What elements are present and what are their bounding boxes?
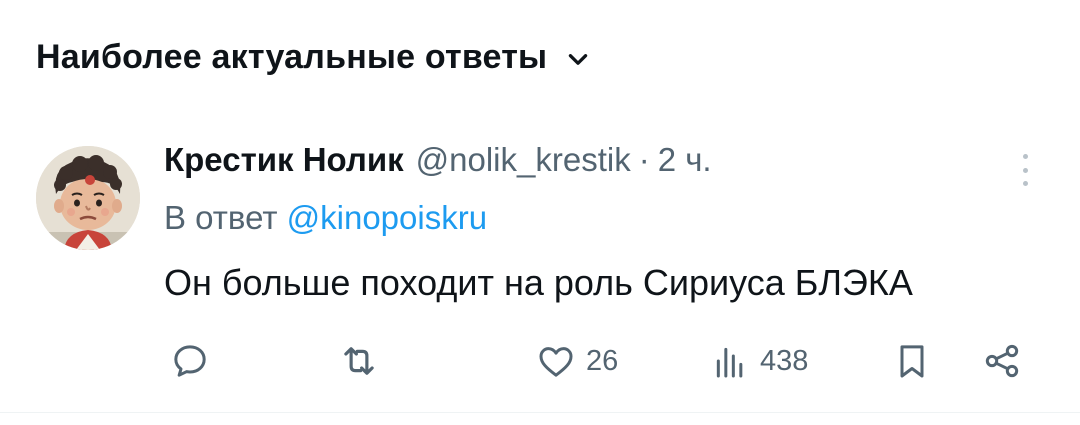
more-dot: [1022, 154, 1028, 159]
author-name[interactable]: Крестик Нолик: [164, 141, 404, 179]
like-button[interactable]: 26: [536, 336, 618, 386]
avatar-image: [36, 146, 140, 250]
retweet-icon: [344, 347, 374, 375]
more-dot: [1022, 167, 1028, 173]
reply-text: Он больше походит на роль Сириуса БЛЭКА: [164, 262, 913, 303]
reply-to-mention[interactable]: @kinopoiskru: [287, 199, 487, 236]
replies-section: Наиболее актуальные ответы Крестик Нолик…: [0, 0, 1080, 425]
separator-dot: ·: [638, 141, 650, 178]
divider: [0, 412, 1080, 413]
sort-replies-dropdown[interactable]: Наиболее актуальные ответы: [36, 38, 591, 77]
bookmark-icon: [900, 345, 924, 378]
views-icon: [716, 347, 743, 378]
reply-prefix: В ответ: [164, 199, 278, 236]
avatar[interactable]: [36, 146, 140, 250]
views-button[interactable]: 438: [710, 336, 808, 386]
more-dot: [1022, 181, 1028, 186]
reply-to-line: В ответ @kinopoiskru: [164, 199, 487, 237]
author-handle[interactable]: @nolik_krestik: [416, 141, 631, 179]
sort-label: Наиболее актуальные ответы: [36, 38, 548, 76]
reply-button[interactable]: [170, 336, 210, 386]
share-button[interactable]: [982, 336, 1022, 386]
bookmark-button[interactable]: [892, 336, 932, 386]
post-time[interactable]: 2 ч.: [658, 141, 712, 179]
chevron-down-icon: [569, 53, 588, 65]
like-icon: [539, 347, 573, 377]
like-count: 26: [586, 344, 619, 377]
more-icon[interactable]: [1010, 152, 1040, 188]
share-icon: [985, 344, 1019, 378]
reply-header: Крестик Нолик @nolik_krestik · 2 ч.: [164, 141, 712, 179]
retweet-button[interactable]: [338, 336, 380, 386]
reply-icon: [174, 345, 206, 377]
action-bar: 26 438: [164, 336, 1034, 386]
views-count: 438: [760, 344, 809, 377]
